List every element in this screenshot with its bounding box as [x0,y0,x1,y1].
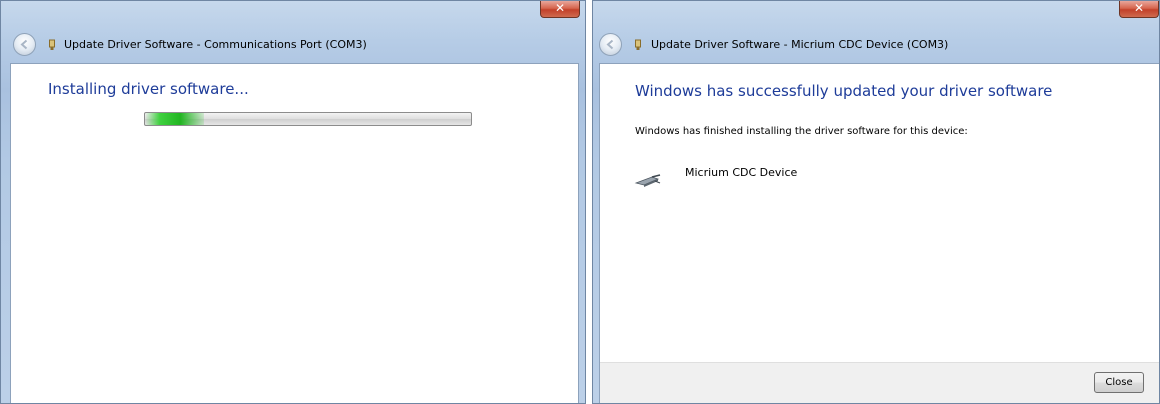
window-close-button[interactable]: ✕ [540,1,580,18]
progress-bar-fill [145,113,204,125]
back-arrow-icon [606,39,614,50]
back-button[interactable] [13,33,36,56]
window-close-button[interactable]: ✕ [1119,1,1159,18]
window-title: Update Driver Software - Communications … [64,38,367,51]
device-name-label: Micrium CDC Device [685,166,798,179]
navigation-bar: Update Driver Software - Communications … [1,25,585,63]
success-heading: Windows has successfully updated your dr… [635,82,1053,100]
dialog-content: Installing driver software... [10,63,579,403]
left-dialog-window: ✕ Update Driver Software - Communication… [0,0,586,404]
window-title: Update Driver Software - Micrium CDC Dev… [651,38,949,51]
dialog-footer: Close [600,362,1159,403]
back-arrow-icon [20,39,28,50]
finished-message: Windows has finished installing the driv… [635,126,968,137]
right-dialog-window: ✕ Update Driver Software - Micrium CDC D… [592,0,1160,404]
window-frame: ✕ Update Driver Software - Micrium CDC D… [592,0,1160,404]
close-button[interactable]: Close [1094,372,1144,393]
install-progress-bar [144,112,472,126]
dialog-content: Windows has successfully updated your dr… [599,63,1159,403]
installing-heading: Installing driver software... [48,80,249,98]
title-bar: ✕ [593,1,1159,25]
navigation-bar: Update Driver Software - Micrium CDC Dev… [593,25,1159,63]
back-button[interactable] [599,33,622,56]
window-frame: ✕ Update Driver Software - Communication… [0,0,586,404]
device-manager-icon [49,39,55,50]
title-bar: ✕ [1,1,585,25]
serial-cable-icon [634,174,661,187]
device-manager-icon [635,39,641,50]
